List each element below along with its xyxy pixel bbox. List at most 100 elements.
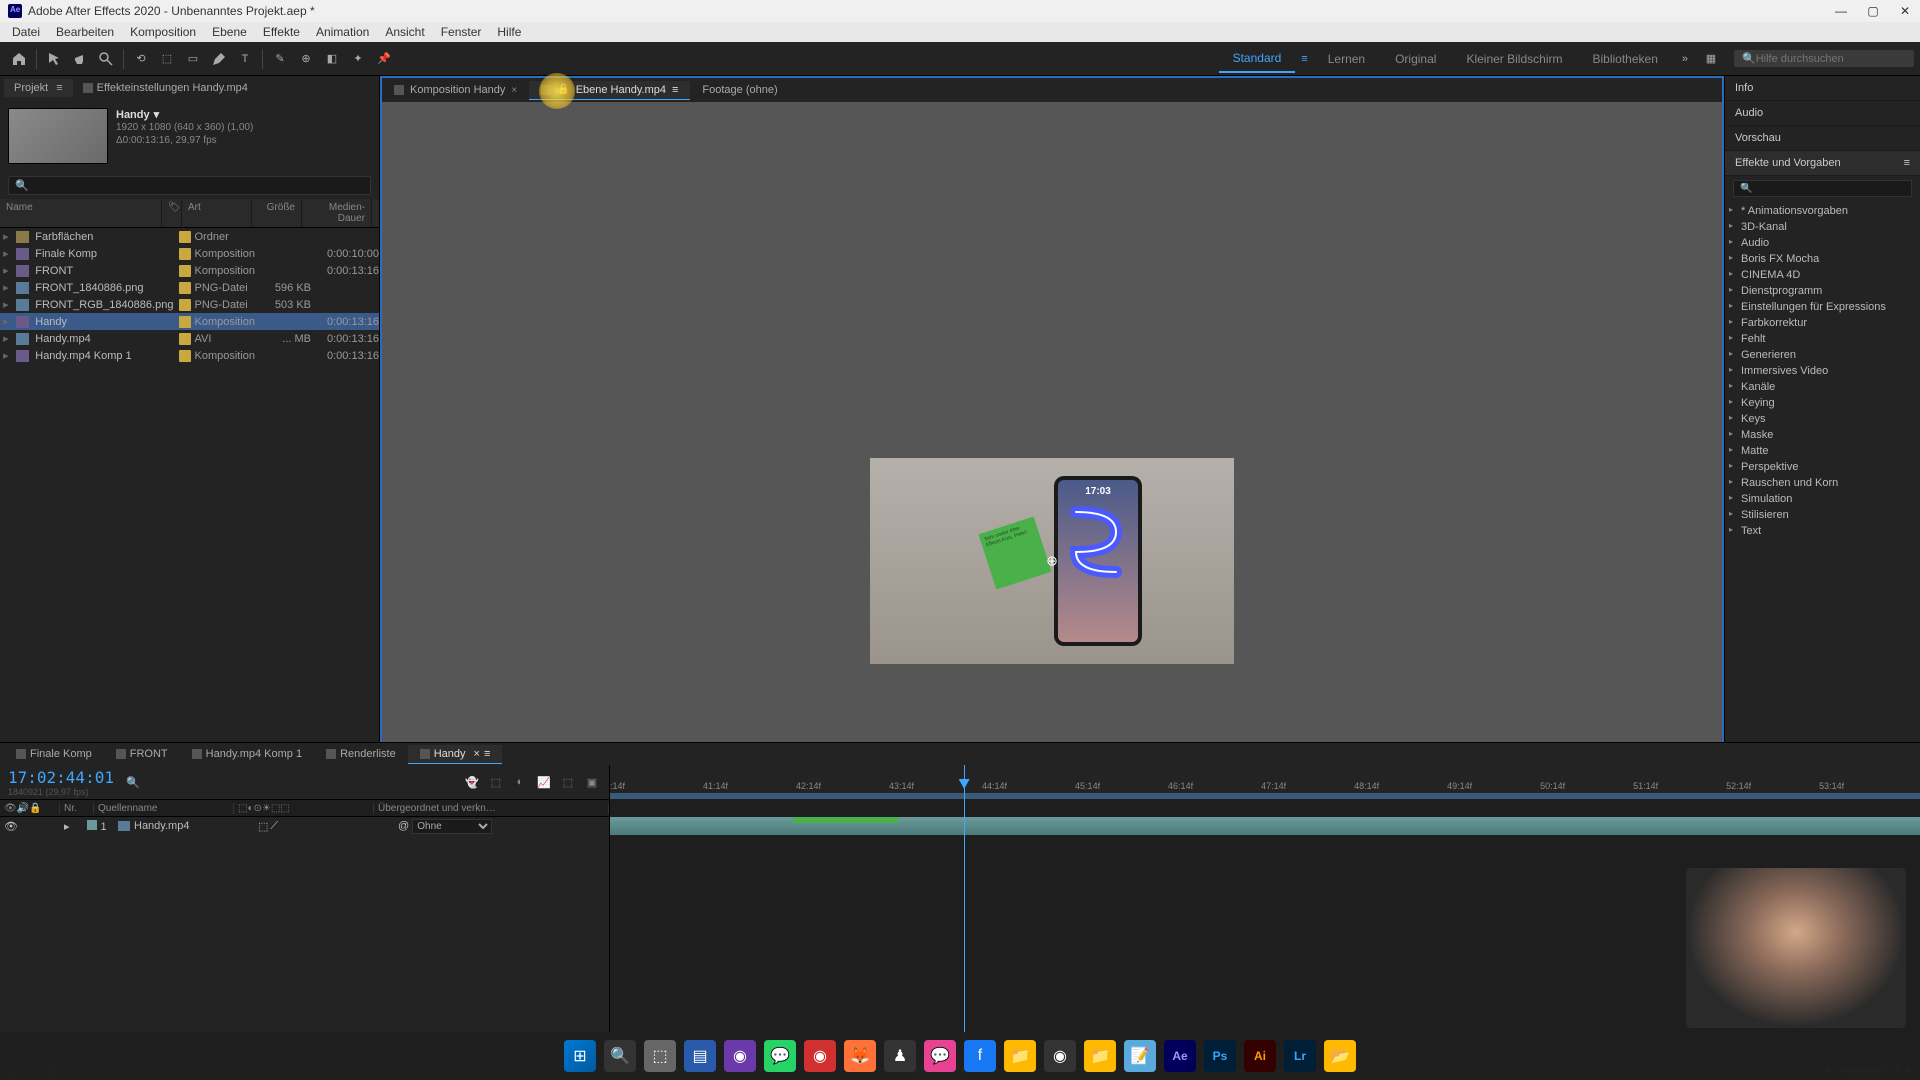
panel-menu-icon[interactable]: ≡ [672, 84, 678, 96]
workspace-lernen[interactable]: Lernen [1314, 46, 1379, 72]
panel-audio[interactable]: Audio [1725, 101, 1920, 126]
orbit-tool-icon[interactable]: ⟲ [130, 48, 152, 70]
col-parent[interactable]: Übergeordnet und verkn… [374, 803, 609, 814]
effect-category[interactable]: Stilisieren [1725, 507, 1920, 523]
label-chip[interactable] [179, 231, 191, 243]
hand-tool-icon[interactable] [69, 48, 91, 70]
menu-ebene[interactable]: Ebene [204, 23, 255, 41]
panel-menu-icon[interactable]: ≡ [484, 748, 490, 760]
whatsapp-icon[interactable]: 💬 [764, 1040, 796, 1072]
facebook-icon[interactable]: f [964, 1040, 996, 1072]
col-name[interactable]: Name [0, 199, 162, 227]
panel-preview[interactable]: Vorschau [1725, 126, 1920, 151]
eraser-tool-icon[interactable]: ◧ [321, 48, 343, 70]
tab-effect-controls[interactable]: Effekteinstellungen Handy.mp4 [73, 79, 258, 97]
selection-tool-icon[interactable] [43, 48, 65, 70]
lightroom-icon[interactable]: Lr [1284, 1040, 1316, 1072]
effect-category[interactable]: Text [1725, 523, 1920, 539]
motion-blur-icon[interactable]: ◐ [511, 773, 529, 791]
menu-komposition[interactable]: Komposition [122, 23, 204, 41]
obs-icon[interactable]: ◉ [1044, 1040, 1076, 1072]
timeline-layer-row[interactable]: 👁 ▸ 1 Handy.mp4 ⬚⟋ @ Ohne [0, 817, 609, 835]
project-item[interactable]: ▸ FRONT_1840886.png PNG-Datei 596 KB [0, 279, 379, 296]
project-item[interactable]: ▸ Handy.mp4 AVI ... MB 0:00:13:16 [0, 330, 379, 347]
zoom-tool-icon[interactable] [95, 48, 117, 70]
label-chip[interactable] [179, 248, 191, 260]
label-chip[interactable] [179, 299, 191, 311]
home-icon[interactable] [8, 48, 30, 70]
parent-dropdown[interactable]: Ohne [412, 819, 492, 834]
timeline-tab[interactable]: Renderliste [314, 745, 408, 763]
label-chip[interactable] [179, 282, 191, 294]
taskbar-app-4[interactable]: ♟ [884, 1040, 916, 1072]
effect-category[interactable]: Farbkorrektur [1725, 315, 1920, 331]
menu-animation[interactable]: Animation [308, 23, 377, 41]
visibility-toggle[interactable]: 👁 [4, 820, 16, 832]
menu-hilfe[interactable]: Hilfe [489, 23, 529, 41]
close-icon[interactable]: × [511, 85, 517, 96]
timeline-tab[interactable]: FRONT [104, 745, 180, 763]
close-icon[interactable]: × [474, 748, 480, 760]
col-duration[interactable]: Medien-Dauer [302, 199, 372, 227]
effect-category[interactable]: Einstellungen für Expressions [1725, 299, 1920, 315]
start-button[interactable]: ⊞ [564, 1040, 596, 1072]
draft3d-icon[interactable]: ⬚ [559, 773, 577, 791]
project-search-field[interactable]: 🔍 [8, 176, 371, 195]
taskbar-app-5[interactable]: 📁 [1004, 1040, 1036, 1072]
minimize-button[interactable]: — [1834, 4, 1848, 18]
effect-category[interactable]: * Animationsvorgaben [1725, 203, 1920, 219]
messenger-icon[interactable]: 💬 [924, 1040, 956, 1072]
panel-info[interactable]: Info [1725, 76, 1920, 101]
panel-effects[interactable]: Effekte und Vorgaben≡ [1725, 151, 1920, 176]
taskbar-app-3[interactable]: ◉ [804, 1040, 836, 1072]
firefox-icon[interactable]: 🦊 [844, 1040, 876, 1072]
effects-search-input[interactable] [1733, 180, 1912, 197]
workspace-overflow-icon[interactable]: » [1674, 53, 1696, 65]
effect-category[interactable]: Rauschen und Korn [1725, 475, 1920, 491]
timeline-ruler[interactable]: :14f41:14f42:14f43:14f44:14f45:14f46:14f… [610, 765, 1920, 799]
taskbar-search-icon[interactable]: 🔍 [604, 1040, 636, 1072]
col-size[interactable]: Größe [252, 199, 302, 227]
workspace-menu-icon[interactable]: ≡ [1297, 53, 1311, 65]
layer-name[interactable]: Handy.mp4 [114, 820, 254, 832]
pickwhip-icon[interactable]: @ [398, 820, 409, 832]
viewer-tab-comp[interactable]: Komposition Handy × [382, 81, 529, 99]
project-item[interactable]: ▸ Handy Komposition 0:00:13:16 [0, 313, 379, 330]
menu-ansicht[interactable]: Ansicht [377, 23, 432, 41]
project-item[interactable]: ▸ FRONT_RGB_1840886.png PNG-Datei 503 KB [0, 296, 379, 313]
roto-tool-icon[interactable]: ✦ [347, 48, 369, 70]
effect-category[interactable]: Simulation [1725, 491, 1920, 507]
workspace-bibliotheken[interactable]: Bibliotheken [1578, 46, 1671, 72]
effect-category[interactable]: Keying [1725, 395, 1920, 411]
task-view-icon[interactable]: ⬚ [644, 1040, 676, 1072]
panel-menu-icon[interactable]: ≡ [56, 82, 62, 94]
maximize-button[interactable]: ▢ [1866, 4, 1880, 18]
project-item[interactable]: ▸ Finale Komp Komposition 0:00:10:00 [0, 245, 379, 262]
shape-tool-icon[interactable]: ▭ [182, 48, 204, 70]
frame-blend-icon[interactable]: ⬚ [487, 773, 505, 791]
workspace-grid-icon[interactable]: ▦ [1700, 48, 1722, 70]
effect-category[interactable]: 3D-Kanal [1725, 219, 1920, 235]
timeline-tab[interactable]: Handy.mp4 Komp 1 [180, 745, 314, 763]
workspace-original[interactable]: Original [1381, 46, 1450, 72]
label-chip[interactable] [179, 350, 191, 362]
graph-editor-icon[interactable]: 📈 [535, 773, 553, 791]
workspace-standard[interactable]: Standard [1219, 45, 1296, 73]
taskbar-app-2[interactable]: ◉ [724, 1040, 756, 1072]
menu-fenster[interactable]: Fenster [433, 23, 490, 41]
menu-datei[interactable]: Datei [4, 23, 48, 41]
project-item[interactable]: ▸ Farbflächen Ordner [0, 228, 379, 245]
viewer-tab-layer[interactable]: 🔒 Ebene Handy.mp4 ≡ [529, 81, 690, 100]
effect-category[interactable]: Perspektive [1725, 459, 1920, 475]
shy-icon[interactable]: 👻 [463, 773, 481, 791]
illustrator-icon[interactable]: Ai [1244, 1040, 1276, 1072]
tab-project[interactable]: Projekt≡ [4, 79, 73, 97]
photoshop-icon[interactable]: Ps [1204, 1040, 1236, 1072]
menu-effekte[interactable]: Effekte [255, 23, 308, 41]
effect-category[interactable]: Maske [1725, 427, 1920, 443]
effect-category[interactable]: Audio [1725, 235, 1920, 251]
text-tool-icon[interactable]: T [234, 48, 256, 70]
taskbar-app-6[interactable]: 📂 [1324, 1040, 1356, 1072]
collapse-icon[interactable]: ▣ [583, 773, 601, 791]
timeline-track[interactable] [610, 817, 1920, 835]
